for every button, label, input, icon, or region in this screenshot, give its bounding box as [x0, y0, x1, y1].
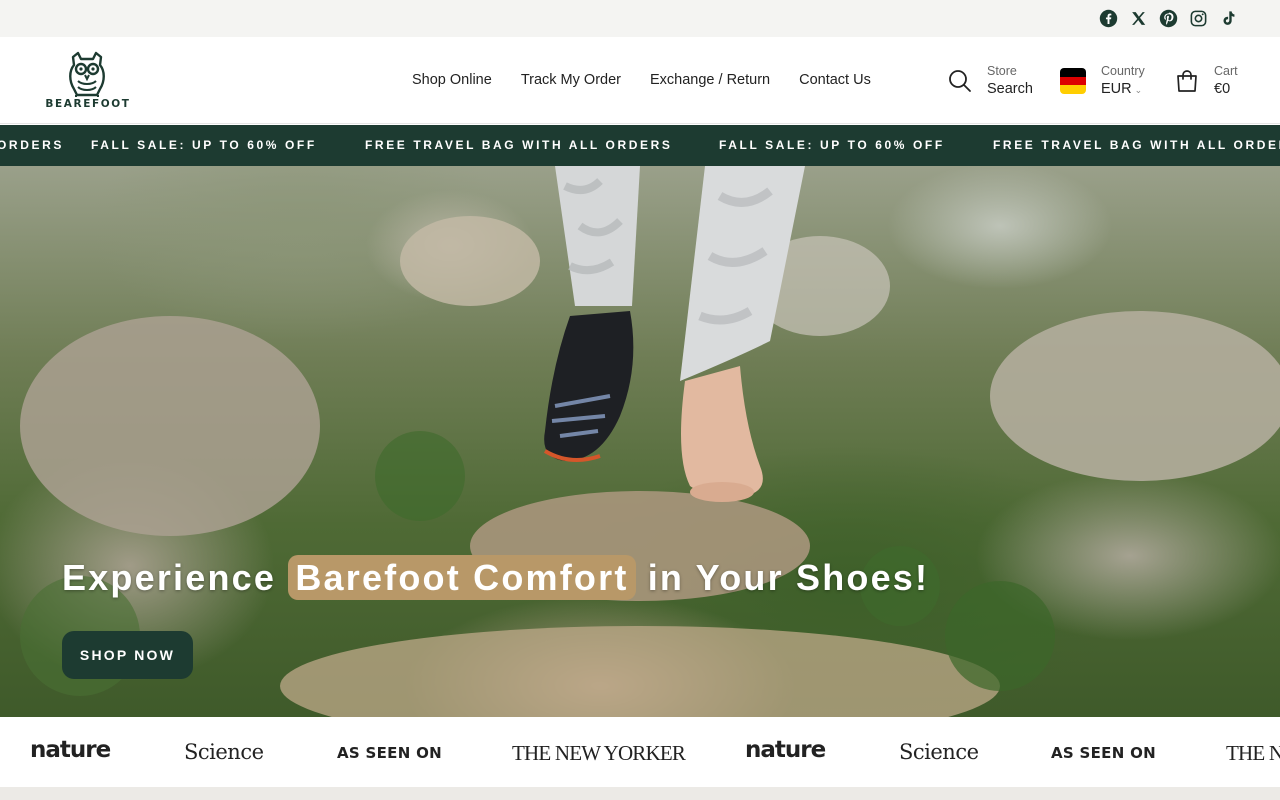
- x-twitter-icon[interactable]: [1129, 9, 1148, 28]
- site-header: BEAREFOOT Shop Online Track My Order Exc…: [0, 37, 1280, 124]
- instagram-icon[interactable]: [1189, 9, 1208, 28]
- hero-title: Experience Barefoot Comfort in Your Shoe…: [62, 555, 930, 600]
- announcement-item: FREE TRAVEL BAG WITH ALL ORDERS: [365, 138, 673, 152]
- hero-image: [20, 166, 1280, 717]
- hero-title-highlight: Barefoot Comfort: [288, 555, 636, 600]
- press-logos-strip: nature Science AS SEEN ON THE NEW YORKER…: [0, 717, 1280, 787]
- store-search-button[interactable]: Store Search: [947, 62, 1047, 100]
- press-logo-nature: nature: [745, 737, 826, 763]
- tiktok-icon[interactable]: [1219, 9, 1238, 28]
- social-bar: [0, 0, 1280, 37]
- cart-total: €0: [1214, 81, 1231, 97]
- site-logo[interactable]: BEAREFOOT: [43, 51, 133, 113]
- shopping-bag-icon: [1177, 70, 1197, 92]
- press-logo-new-yorker: THE NEW YORKER: [512, 741, 686, 765]
- nav-contact-us[interactable]: Contact Us: [799, 72, 871, 88]
- nav-exchange-return[interactable]: Exchange / Return: [650, 72, 770, 88]
- search-caption: Store: [987, 64, 1017, 78]
- search-label: Search: [987, 81, 1033, 97]
- announcement-track: ORDERS FALL SALE: UP TO 60% OFF FREE TRA…: [0, 125, 1280, 166]
- announcement-item: ORDERS: [0, 138, 64, 152]
- press-logo-nature: nature: [30, 737, 111, 763]
- press-logo-new-yorker: THE NE: [1226, 741, 1280, 765]
- logo-wordmark: BEAREFOOT: [45, 98, 131, 110]
- announcement-bar: ORDERS FALL SALE: UP TO 60% OFF FREE TRA…: [0, 125, 1280, 166]
- announcement-item: FREE TRAVEL BAG WITH ALL ORDERS: [993, 138, 1280, 152]
- main-nav: Shop Online Track My Order Exchange / Re…: [412, 72, 871, 88]
- press-logo-science: Science: [184, 740, 264, 764]
- announcement-item: FALL SALE: UP TO 60% OFF: [719, 138, 945, 152]
- nav-shop-online[interactable]: Shop Online: [412, 72, 492, 88]
- press-logo-science: Science: [899, 740, 979, 764]
- chevron-down-icon: ⌄: [1134, 85, 1143, 95]
- nav-track-order[interactable]: Track My Order: [521, 72, 621, 88]
- country-selector[interactable]: Country EUR ⌄: [1060, 62, 1160, 100]
- facebook-icon[interactable]: [1099, 9, 1118, 28]
- pinterest-icon[interactable]: [1159, 9, 1178, 28]
- section-divider: [0, 787, 1280, 800]
- germany-flag-icon: [1060, 68, 1086, 94]
- hero-banner: Experience Barefoot Comfort in Your Shoe…: [0, 166, 1280, 717]
- announcement-item: FALL SALE: UP TO 60% OFF: [91, 138, 317, 152]
- search-icon: [949, 70, 971, 92]
- owl-logo-icon: [69, 51, 105, 97]
- cart-button[interactable]: Cart €0: [1174, 62, 1254, 100]
- press-as-seen-on: AS SEEN ON: [337, 744, 443, 762]
- currency-label: EUR ⌄: [1101, 81, 1143, 97]
- press-as-seen-on: AS SEEN ON: [1051, 744, 1157, 762]
- social-icons: [1099, 9, 1238, 28]
- shop-now-button[interactable]: SHOP NOW: [62, 631, 193, 679]
- cart-caption: Cart: [1214, 64, 1238, 78]
- country-caption: Country: [1101, 64, 1145, 78]
